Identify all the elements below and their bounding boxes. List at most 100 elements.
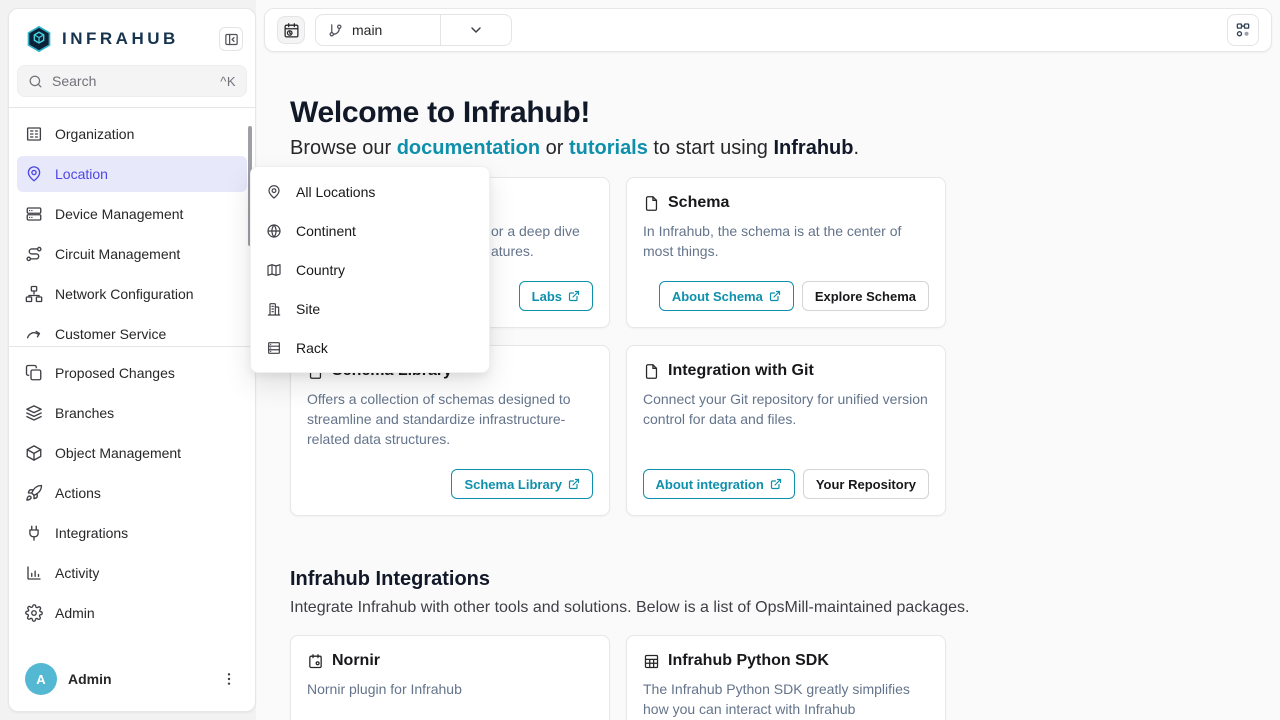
about-schema-button[interactable]: About Schema xyxy=(659,281,794,311)
button-label: Labs xyxy=(532,289,562,304)
location-menu-item-all-locations[interactable]: All Locations xyxy=(251,172,489,211)
sidebar-item-label: Organization xyxy=(55,126,134,142)
user-row[interactable]: A Admin xyxy=(17,655,247,703)
card-description: Connect your Git repository for unified … xyxy=(643,389,929,429)
sidebar-item-proposed-changes[interactable]: Proposed Changes xyxy=(17,355,247,391)
building-icon xyxy=(25,125,43,143)
sidebar-item-label: Activity xyxy=(55,565,99,581)
sidebar-secondary-nav: Proposed Changes Branches Object Managem… xyxy=(17,347,247,639)
collapse-sidebar-button[interactable] xyxy=(219,27,243,51)
search-shortcut: ^K xyxy=(220,74,236,89)
cube-icon xyxy=(25,444,43,462)
sidebar-item-label: Circuit Management xyxy=(55,246,180,262)
map-pin-icon xyxy=(25,165,43,183)
panel-collapse-icon xyxy=(224,32,239,47)
gear-icon xyxy=(25,604,43,622)
branch-selector[interactable]: main xyxy=(315,14,512,46)
sidebar-item-customer-service[interactable]: Customer Service xyxy=(17,316,247,346)
card-title: Nornir xyxy=(332,652,380,670)
avatar: A xyxy=(25,663,57,695)
sidebar: INFRAHUB ^K Organization xyxy=(8,8,256,712)
file-icon xyxy=(643,195,660,212)
page-title: Welcome to Infrahub! xyxy=(290,96,1280,130)
search-input[interactable]: ^K xyxy=(17,65,247,97)
menu-item-label: Country xyxy=(296,262,345,278)
sidebar-item-integrations[interactable]: Integrations xyxy=(17,515,247,551)
tutorials-link[interactable]: tutorials xyxy=(569,137,648,159)
labs-card-description-fragment: or a deep dive xyxy=(491,221,580,241)
button-label: About Schema xyxy=(672,289,763,304)
sidebar-item-label: Integrations xyxy=(55,525,128,541)
menu-item-label: Rack xyxy=(296,340,328,356)
sidebar-item-network-configuration[interactable]: Network Configuration xyxy=(17,276,247,312)
python-sdk-card: Infrahub Python SDK The Infrahub Python … xyxy=(626,635,946,720)
server-icon xyxy=(25,205,43,223)
copy-icon xyxy=(25,364,43,382)
card-description: The Infrahub Python SDK greatly simplifi… xyxy=(643,679,929,720)
time-travel-button[interactable] xyxy=(277,16,305,44)
subtitle-text: or xyxy=(540,137,569,159)
network-icon xyxy=(25,285,43,303)
sidebar-item-activity[interactable]: Activity xyxy=(17,555,247,591)
subtitle-text: Browse our xyxy=(290,137,397,159)
brand-name: INFRAHUB xyxy=(62,29,179,49)
location-menu-item-site[interactable]: Site xyxy=(251,289,489,328)
sidebar-item-branches[interactable]: Branches xyxy=(17,395,247,431)
sidebar-item-label: Object Management xyxy=(55,445,181,461)
sidebar-item-admin[interactable]: Admin xyxy=(17,595,247,631)
integrations-section-title: Infrahub Integrations xyxy=(290,566,1280,592)
card-title: Schema xyxy=(668,194,729,212)
labs-card-description-fragment: atures. xyxy=(491,241,534,261)
documentation-link[interactable]: documentation xyxy=(397,137,540,159)
external-link-icon xyxy=(769,290,781,302)
card-title: Infrahub Python SDK xyxy=(668,652,829,670)
map-pin-icon xyxy=(266,184,282,200)
location-dropdown-menu: All Locations Continent Country Site xyxy=(250,166,490,373)
branch-name: main xyxy=(352,22,382,38)
file-icon xyxy=(643,363,660,380)
your-repository-button[interactable]: Your Repository xyxy=(803,469,929,499)
layers-icon xyxy=(25,404,43,422)
sidebar-item-object-management[interactable]: Object Management xyxy=(17,435,247,471)
plug-icon xyxy=(25,524,43,542)
subtitle-text: . xyxy=(854,137,860,159)
sidebar-item-label: Branches xyxy=(55,405,114,421)
integrations-cards-row: Nornir Nornir plugin for Infrahub Infrah… xyxy=(290,635,1280,720)
sidebar-item-label: Actions xyxy=(55,485,101,501)
sidebar-item-label: Admin xyxy=(55,605,95,621)
branch-selector-toggle[interactable] xyxy=(441,15,511,45)
sidebar-item-organization[interactable]: Organization xyxy=(17,116,247,152)
git-integration-card: Integration with Git Connect your Git re… xyxy=(626,345,946,516)
main-content: Welcome to Infrahub! Browse our document… xyxy=(256,52,1280,720)
sidebar-item-label: Network Configuration xyxy=(55,286,194,302)
button-label: Schema Library xyxy=(464,477,562,492)
sidebar-item-actions[interactable]: Actions xyxy=(17,475,247,511)
menu-item-label: Continent xyxy=(296,223,356,239)
schema-library-button[interactable]: Schema Library xyxy=(451,469,593,499)
workflow-button[interactable] xyxy=(1227,14,1259,46)
user-name: Admin xyxy=(68,671,112,687)
location-menu-item-continent[interactable]: Continent xyxy=(251,211,489,250)
location-menu-item-country[interactable]: Country xyxy=(251,250,489,289)
sidebar-item-device-management[interactable]: Device Management xyxy=(17,196,247,232)
location-menu-item-rack[interactable]: Rack xyxy=(251,328,489,367)
search-field[interactable] xyxy=(52,73,211,89)
subtitle-brand: Infrahub xyxy=(774,137,854,159)
button-label: Your Repository xyxy=(816,477,916,492)
sidebar-item-location[interactable]: Location xyxy=(17,156,247,192)
user-menu-button[interactable] xyxy=(217,667,241,691)
card-description: In Infrahub, the schema is at the center… xyxy=(643,221,929,261)
sidebar-item-label: Location xyxy=(55,166,108,182)
welcome-subtitle: Browse our documentation or tutorials to… xyxy=(290,135,1280,161)
infrahub-logo: INFRAHUB xyxy=(25,25,179,53)
about-integration-button[interactable]: About integration xyxy=(643,469,795,499)
card-description: Offers a collection of schemas designed … xyxy=(307,389,593,449)
rack-icon xyxy=(266,340,282,356)
explore-schema-button[interactable]: Explore Schema xyxy=(802,281,929,311)
menu-item-label: All Locations xyxy=(296,184,375,200)
building2-icon xyxy=(266,301,282,317)
external-link-icon xyxy=(568,478,580,490)
labs-button[interactable]: Labs xyxy=(519,281,593,311)
sidebar-item-circuit-management[interactable]: Circuit Management xyxy=(17,236,247,272)
schema-card: Schema In Infrahub, the schema is at the… xyxy=(626,177,946,328)
